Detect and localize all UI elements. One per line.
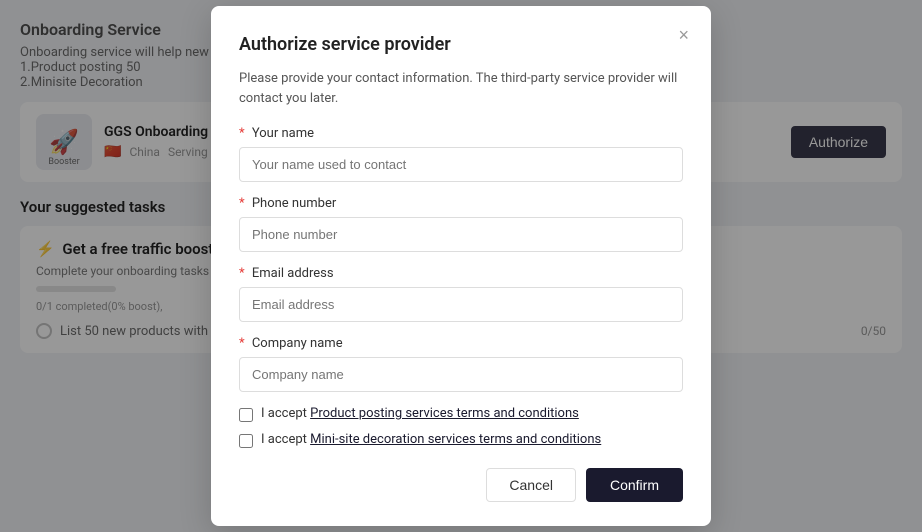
email-label: * Email address	[239, 266, 683, 281]
email-field-group: * Email address	[239, 266, 683, 322]
cancel-button[interactable]: Cancel	[486, 468, 576, 502]
company-label: * Company name	[239, 336, 683, 351]
phone-required: *	[239, 196, 245, 211]
modal-close-button[interactable]: ×	[678, 26, 689, 44]
email-input[interactable]	[239, 287, 683, 322]
modal-title: Authorize service provider	[239, 34, 683, 55]
checkbox2-label[interactable]: I accept Mini-site decoration services t…	[261, 432, 601, 447]
checkbox2-link[interactable]: Mini-site decoration services terms and …	[310, 432, 601, 447]
name-required: *	[239, 126, 245, 141]
modal-dialog: Authorize service provider × Please prov…	[211, 6, 711, 526]
checkbox1-link[interactable]: Product posting services terms and condi…	[310, 406, 579, 421]
modal-overlay: Authorize service provider × Please prov…	[0, 0, 922, 532]
checkbox1-group: I accept Product posting services terms …	[239, 406, 683, 422]
email-required: *	[239, 266, 245, 281]
phone-label: * Phone number	[239, 196, 683, 211]
company-required: *	[239, 336, 245, 351]
modal-footer: Cancel Confirm	[239, 468, 683, 502]
phone-field-group: * Phone number	[239, 196, 683, 252]
modal-subtitle: Please provide your contact information.…	[239, 69, 683, 108]
name-field-group: * Your name	[239, 126, 683, 182]
company-input[interactable]	[239, 357, 683, 392]
confirm-button[interactable]: Confirm	[586, 468, 683, 502]
checkbox1-label[interactable]: I accept Product posting services terms …	[261, 406, 579, 421]
checkbox1[interactable]	[239, 408, 253, 422]
name-input[interactable]	[239, 147, 683, 182]
checkbox2[interactable]	[239, 434, 253, 448]
checkbox2-group: I accept Mini-site decoration services t…	[239, 432, 683, 448]
phone-input[interactable]	[239, 217, 683, 252]
name-label: * Your name	[239, 126, 683, 141]
company-field-group: * Company name	[239, 336, 683, 392]
